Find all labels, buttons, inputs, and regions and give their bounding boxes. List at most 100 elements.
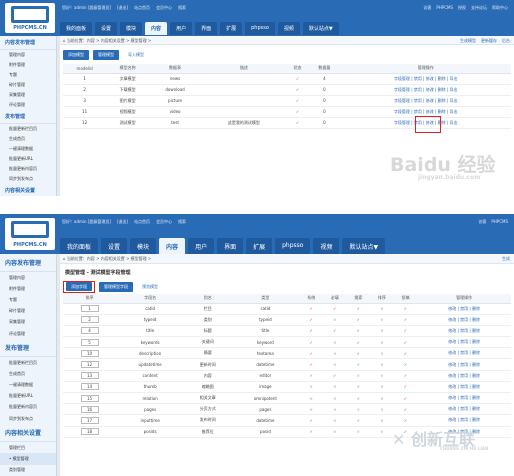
nav-tab-0[interactable]: 我的面板: [60, 238, 99, 255]
sidebar-item[interactable]: 管理栏目: [0, 442, 56, 453]
sidebar-item[interactable]: 批量更新URL: [0, 391, 56, 402]
sidebar-item[interactable]: 管理内容: [0, 272, 56, 283]
sidebar-item[interactable]: 批量更新URL: [0, 154, 56, 164]
sidebar-item[interactable]: 同步到发布点: [0, 413, 56, 424]
row-actions[interactable]: 修改 | 禁用 | 删除: [448, 373, 480, 378]
row-actions[interactable]: 修改 | 禁用 | 删除: [448, 328, 480, 333]
nav-tab-6[interactable]: 扩展: [246, 238, 273, 255]
visitor-link[interactable]: 访客: [423, 5, 431, 10]
sort-order-input[interactable]: 18: [80, 428, 99, 436]
nav-tab-1[interactable]: 设置: [95, 22, 118, 35]
sidebar-item[interactable]: 批量更新栏目页: [0, 124, 56, 134]
sidebar-item[interactable]: 碎片管理: [0, 80, 56, 90]
backend-link[interactable]: 后台: [502, 38, 510, 43]
row-actions[interactable]: 修改 | 禁用 | 删除: [448, 406, 480, 411]
row-actions[interactable]: 字段管理 | 禁用 | 修改 | 删除 | 导出: [394, 87, 458, 92]
sort-order-input[interactable]: 12: [80, 361, 99, 369]
nav-tab-7[interactable]: phpsso: [245, 22, 275, 35]
row-actions[interactable]: 修改 | 禁用 | 删除: [448, 339, 480, 344]
nav-tab-7[interactable]: phpsso: [275, 238, 311, 255]
nav-tab-8[interactable]: 视频: [277, 22, 300, 35]
nav-tab-4[interactable]: 用户: [170, 22, 193, 35]
sidebar-scrollbar[interactable]: [57, 254, 60, 476]
sidebar-item[interactable]: 评论管理: [0, 100, 56, 110]
nav-tab-2[interactable]: 模块: [130, 238, 157, 255]
sidebar-item[interactable]: 附件管理: [0, 60, 56, 70]
site-home-link[interactable]: 站点首页: [134, 5, 150, 10]
sidebar-item[interactable]: • 模型管理: [0, 453, 56, 465]
logout-link[interactable]: [退出]: [117, 5, 128, 10]
row-actions[interactable]: 修改 | 禁用 | 删除: [448, 362, 480, 367]
sort-order-input[interactable]: 14: [80, 383, 99, 391]
sort-order-input[interactable]: 1: [80, 305, 99, 313]
nav-tab-9[interactable]: 默认站点▼: [342, 238, 386, 255]
sidebar-item[interactable]: 采集管理: [0, 317, 56, 328]
sidebar-item[interactable]: 同步到发布点: [0, 174, 56, 184]
generate-model-link[interactable]: 生成模型: [460, 38, 476, 43]
sort-order-input[interactable]: 13: [80, 372, 99, 380]
update-cache-link[interactable]: 更新缓存: [481, 38, 497, 43]
search-link[interactable]: 搜索: [178, 219, 186, 224]
row-actions[interactable]: 字段管理 | 禁用 | 修改 | 删除 | 导出: [394, 109, 458, 114]
sidebar-item[interactable]: 类别管理: [0, 465, 56, 476]
row-actions[interactable]: 修改 | 禁用 | 删除: [448, 317, 480, 322]
forum-link[interactable]: 支持论坛: [471, 5, 487, 10]
nav-tab-8[interactable]: 视频: [313, 238, 340, 255]
sidebar-item[interactable]: 批量更新栏目页: [0, 357, 56, 368]
nav-tab-2[interactable]: 模块: [120, 22, 143, 35]
sidebar-item[interactable]: 碎片管理: [0, 306, 56, 317]
sidebar-item[interactable]: 管理内容: [0, 50, 56, 60]
row-actions[interactable]: 字段管理 | 禁用 | 修改 | 删除 | 导出: [394, 76, 458, 81]
sort-order-input[interactable]: 2: [80, 316, 99, 324]
row-actions[interactable]: 修改 | 禁用 | 删除: [448, 417, 480, 422]
sidebar-item[interactable]: 生成首页: [0, 134, 56, 144]
search-link[interactable]: 搜索: [178, 5, 186, 10]
sidebar-scrollbar[interactable]: [57, 36, 60, 196]
nav-tab-6[interactable]: 扩展: [220, 22, 243, 35]
phpcms-link[interactable]: PHPCMS: [436, 5, 453, 10]
sidebar-item[interactable]: 采集管理: [0, 90, 56, 100]
sidebar-item[interactable]: 专题: [0, 294, 56, 305]
member-center-link[interactable]: 会员中心: [156, 219, 172, 224]
add-field-button[interactable]: 添加字段: [66, 282, 92, 291]
sort-order-input[interactable]: 5: [80, 338, 99, 346]
sidebar-item[interactable]: 专题: [0, 70, 56, 80]
sidebar-item[interactable]: 评论管理: [0, 328, 56, 339]
sidebar-item[interactable]: 生成首页: [0, 368, 56, 379]
row-actions[interactable]: 修改 | 禁用 | 删除: [448, 350, 480, 355]
sort-order-input[interactable]: 10: [80, 349, 99, 357]
nav-tab-9[interactable]: 默认站点▼: [302, 22, 339, 35]
visitor-link[interactable]: 访客: [478, 219, 486, 224]
sidebar-item[interactable]: 一键清理数据: [0, 144, 56, 154]
import-model-button[interactable]: 导入模型: [123, 50, 149, 60]
nav-tab-5[interactable]: 界面: [217, 238, 244, 255]
sidebar-item[interactable]: 批量更新内容页: [0, 164, 56, 174]
add-model-button[interactable]: 添加模型: [63, 50, 89, 60]
help-link[interactable]: 帮助中心: [492, 5, 508, 10]
phpcms-link[interactable]: PHPCMS: [491, 219, 508, 224]
generate-link[interactable]: 生成: [502, 256, 510, 261]
sidebar-item[interactable]: 批量更新内容页: [0, 402, 56, 413]
row-actions[interactable]: 修改 | 禁用 | 删除: [448, 306, 480, 311]
preview-model-button[interactable]: 预览模型: [137, 282, 163, 292]
row-actions[interactable]: 字段管理 | 禁用 | 修改 | 删除 | 导出: [394, 98, 458, 103]
nav-tab-0[interactable]: 我的面板: [60, 22, 93, 35]
manage-model-button[interactable]: 管理模型: [93, 50, 119, 60]
sort-order-input[interactable]: 16: [80, 405, 99, 413]
site-home-link[interactable]: 站点首页: [134, 219, 150, 224]
manage-fields-button[interactable]: 管理模型字段: [99, 282, 133, 292]
nav-tab-1[interactable]: 设置: [101, 238, 128, 255]
row-actions[interactable]: 修改 | 禁用 | 删除: [448, 384, 480, 389]
nav-tab-3[interactable]: 内容: [145, 22, 168, 35]
sort-order-input[interactable]: 4: [80, 327, 99, 335]
member-center-link[interactable]: 会员中心: [156, 5, 172, 10]
sidebar-item[interactable]: 一键清理数据: [0, 380, 56, 391]
sidebar-item[interactable]: 附件管理: [0, 283, 56, 294]
row-actions[interactable]: 修改 | 禁用 | 删除: [448, 395, 480, 400]
license-link[interactable]: 授权: [458, 5, 466, 10]
sort-order-input[interactable]: 17: [80, 416, 99, 424]
nav-tab-4[interactable]: 用户: [188, 238, 215, 255]
nav-tab-3[interactable]: 内容: [159, 238, 186, 255]
logout-link[interactable]: [退出]: [117, 219, 128, 224]
sort-order-input[interactable]: 15: [80, 394, 99, 402]
